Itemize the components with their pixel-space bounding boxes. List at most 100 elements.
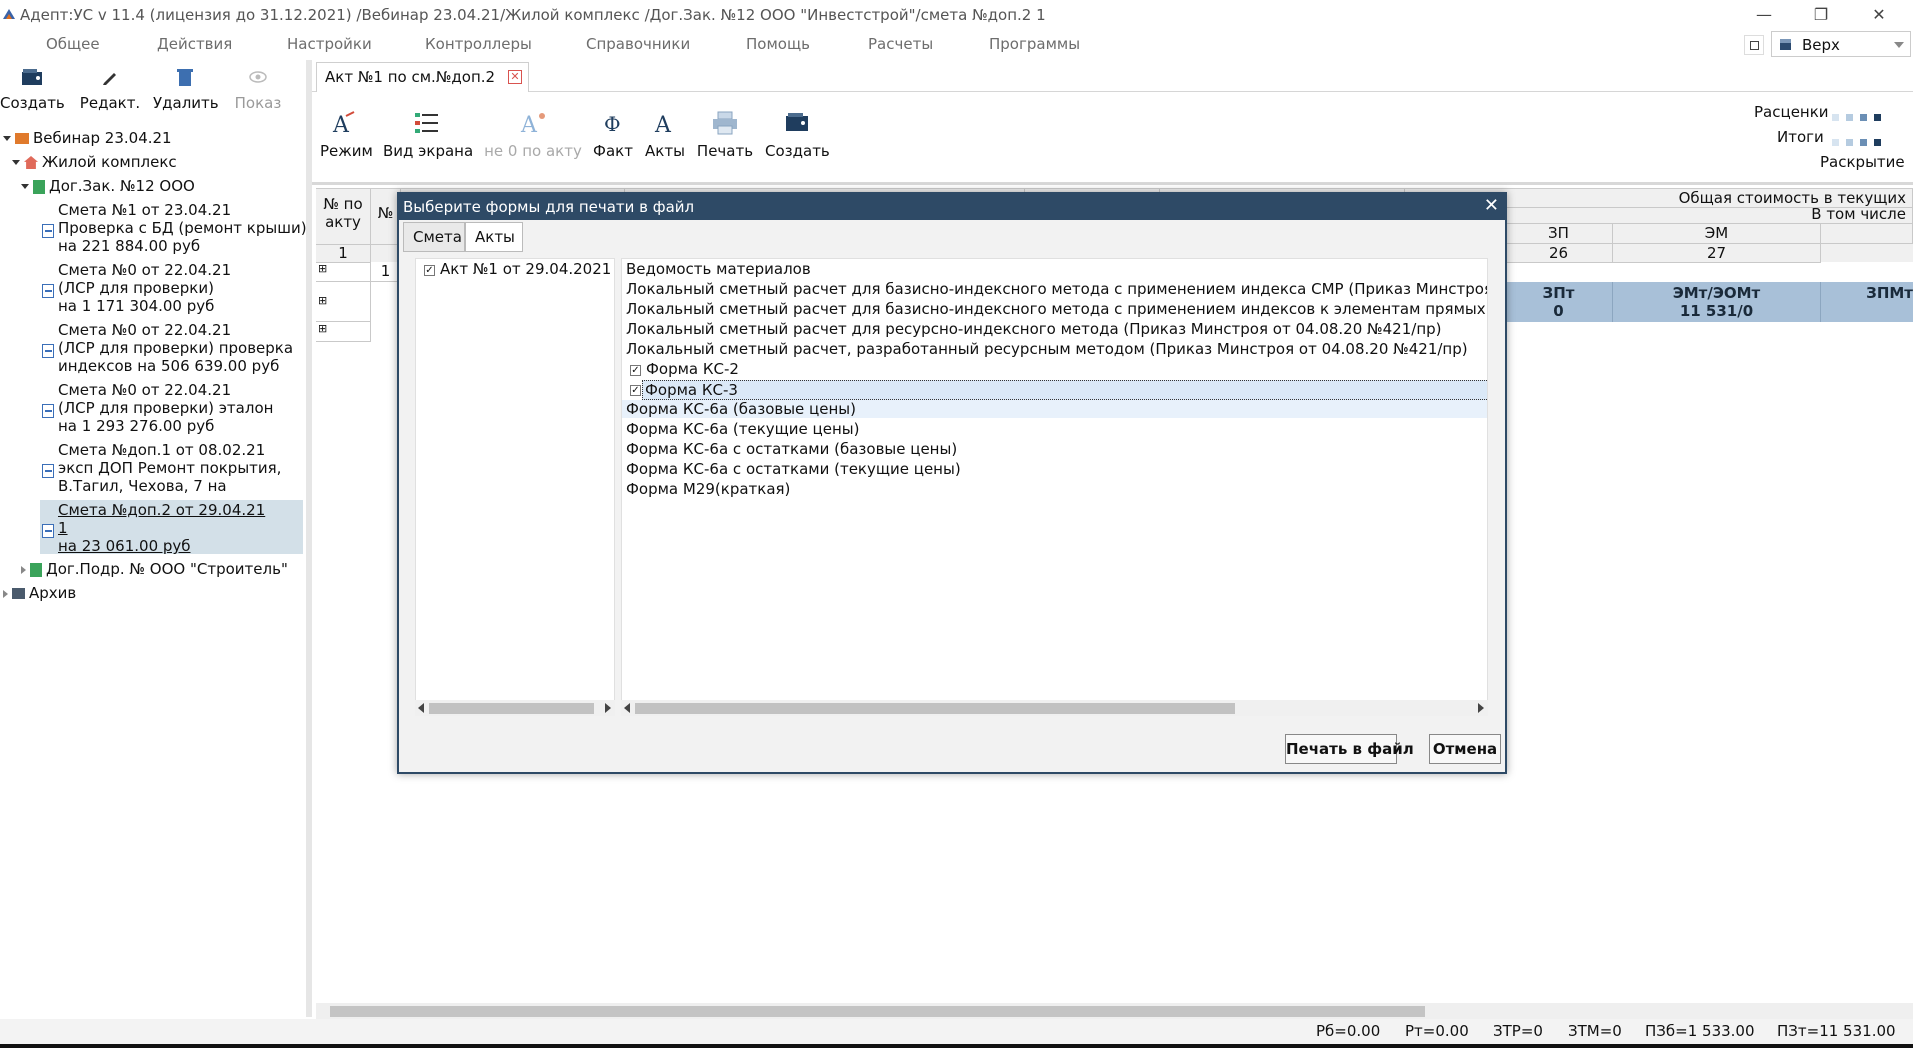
scroll-left-icon[interactable] [624, 703, 630, 713]
acts-label: Акты [645, 142, 685, 160]
tree-archive[interactable]: Архив [3, 584, 76, 602]
col-act-no: № по акту [316, 189, 371, 245]
menu-general[interactable]: Общее [46, 35, 100, 53]
scroll-left-icon[interactable] [418, 703, 424, 713]
restore-button[interactable]: ❐ [1806, 3, 1836, 27]
close-tab-icon[interactable]: ✕ [508, 70, 522, 84]
panel-splitter[interactable] [306, 60, 312, 1017]
estimate-icon [42, 404, 54, 418]
tree-subcontract[interactable]: Дог.Подр. № ООО "Строитель" [21, 560, 288, 578]
forms-list: Ведомость материалов Локальный сметный р… [621, 258, 1488, 708]
contract-icon [33, 179, 45, 194]
dialog-close-icon[interactable]: ✕ [1484, 195, 1499, 216]
tree-estimate-6[interactable]: Смета №доп.2 от 29.04.21 1 на 23 061.00 … [58, 501, 304, 555]
tree-root[interactable]: Вебинар 23.04.21 [3, 129, 172, 147]
tab-acts[interactable]: Акты [465, 222, 523, 252]
row-index-label: 1 [338, 244, 348, 262]
tree-estimate-2[interactable]: Смета №0 от 22.04.21 (ЛСР для проверки) … [58, 261, 304, 315]
tab-estimate[interactable]: Смета [403, 222, 465, 252]
acts-button[interactable]: A Акты [644, 110, 686, 160]
create-button[interactable]: Создать [0, 68, 65, 112]
edit-button[interactable]: Редакт. [78, 68, 142, 112]
scroll-right-icon[interactable] [605, 703, 611, 713]
form-item[interactable]: Форма М29(краткая) [626, 480, 790, 498]
rates-level-selector[interactable] [1832, 107, 1888, 121]
form-item[interactable]: Форма КС-6а с остатками (базовые цены) [626, 440, 957, 458]
fact-label: Факт [593, 142, 633, 160]
fact-button[interactable]: Ф Факт [592, 110, 634, 160]
menu-calculations[interactable]: Расчеты [868, 35, 933, 53]
tree-estimate-1[interactable]: Смета №1 от 23.04.21 Проверка с БД (ремо… [58, 201, 307, 255]
form-item[interactable]: Ведомость материалов [626, 260, 811, 278]
scroll-thumb[interactable] [635, 703, 1235, 714]
expand-row-icon[interactable]: ⊞ [316, 322, 371, 342]
act-checkbox[interactable]: ✓ [424, 265, 435, 276]
form-item[interactable]: Форма КС-6а (текущие цены) [626, 420, 860, 438]
menu-controllers[interactable]: Контроллеры [425, 35, 532, 53]
acts-horizontal-scrollbar[interactable] [415, 700, 615, 716]
not-zero-label: не 0 по акту [484, 142, 582, 160]
dialog-title-bar: Выберите формы для печати в файл ✕ [399, 194, 1505, 220]
scroll-thumb[interactable] [330, 1006, 1425, 1017]
cancel-button[interactable]: Отмена [1429, 734, 1501, 764]
scroll-thumb[interactable] [429, 703, 594, 714]
menu-settings[interactable]: Настройки [287, 35, 372, 53]
row-index-cell: 1 [316, 244, 371, 263]
zpt-label: ЗПт [1542, 284, 1575, 302]
tree-contract[interactable]: Дог.Зак. №12 ООО [21, 177, 195, 195]
form-ks2-checkbox[interactable]: ✓ [630, 365, 641, 376]
estimate-icon [42, 464, 54, 478]
taskbar-edge [0, 1044, 1913, 1048]
form-item[interactable]: Форма КС-6а с остатками (текущие цены) [626, 460, 961, 478]
form-item[interactable]: Локальный сметный расчет, разработанный … [626, 340, 1468, 358]
main-horizontal-scrollbar[interactable] [316, 1003, 1913, 1019]
toolbar-create-label: Создать [765, 142, 830, 160]
eye-icon [249, 71, 267, 83]
print-button[interactable]: Печать [696, 110, 754, 160]
menu-actions[interactable]: Действия [157, 35, 232, 53]
print-to-file-button[interactable]: Печать в файл [1285, 734, 1414, 764]
pencil-icon [103, 73, 116, 85]
menu-references[interactable]: Справочники [586, 35, 690, 53]
scroll-right-icon[interactable] [1478, 703, 1484, 713]
menu-programs[interactable]: Программы [989, 35, 1080, 53]
tree-estimate-3[interactable]: Смета №0 от 22.04.21 (ЛСР для проверки) … [58, 321, 304, 375]
expand-row-icon[interactable]: ⊞ [316, 282, 371, 322]
tab-estimate-label: Смета [413, 228, 462, 246]
window-mode-toggle[interactable] [1744, 35, 1764, 55]
not-zero-button[interactable]: A не 0 по акту [483, 110, 583, 160]
tree-complex[interactable]: Жилой комплекс [12, 153, 177, 171]
minimize-button[interactable]: — [1749, 3, 1779, 27]
svg-text:A: A [520, 113, 538, 136]
form-item[interactable]: Форма КС-6а (базовые цены) [622, 400, 1487, 418]
delete-button[interactable]: Удалить [153, 68, 219, 112]
show-button[interactable]: Показ [226, 68, 290, 112]
tab-act[interactable]: Акт №1 по см.№доп.2 ✕ [316, 62, 529, 92]
tree-subcontract-label: Дог.Подр. № ООО "Строитель" [46, 560, 288, 578]
expand-row-icon[interactable]: ⊞ [316, 262, 371, 282]
emt-label: ЭМт/ЭОМт [1672, 284, 1761, 302]
tree-estimate-4[interactable]: Смета №0 от 22.04.21 (ЛСР для проверки) … [58, 381, 304, 435]
form-item[interactable]: Локальный сметный расчет для базисно-инд… [626, 280, 1487, 298]
col27-label: 27 [1706, 244, 1727, 262]
estimate-line: (ЛСР для проверки) проверка [58, 339, 294, 357]
mode-button[interactable]: A Режим [320, 110, 373, 160]
form-item[interactable]: Локальный сметный расчет для ресурсно-ин… [626, 320, 1442, 338]
menu-help[interactable]: Помощь [746, 35, 810, 53]
screen-view-button[interactable]: Вид экрана [383, 110, 473, 160]
tree-complex-label: Жилой комплекс [42, 153, 177, 171]
toolbar-create-button[interactable]: Создать [765, 110, 830, 160]
grid-col [1821, 224, 1913, 244]
close-window-button[interactable]: ✕ [1864, 3, 1894, 27]
form-ks3-checkbox[interactable]: ✓ [630, 385, 641, 396]
totals-level-selector[interactable] [1832, 132, 1888, 146]
expand-label[interactable]: Раскрытие [1820, 153, 1905, 171]
forms-horizontal-scrollbar[interactable] [621, 700, 1488, 716]
dock-position-select[interactable]: Верх [1771, 31, 1911, 57]
tree-estimate-5[interactable]: Смета №доп.1 от 08.02.21 эксп ДОП Ремонт… [58, 441, 304, 495]
form-item-ks2[interactable]: Форма КС-2 [646, 360, 739, 378]
form-item-ks3[interactable]: Форма КС-3 [642, 380, 1487, 400]
act-label[interactable]: Акт №1 от 29.04.2021 [440, 260, 611, 278]
edit-button-label: Редакт. [79, 94, 141, 112]
form-item[interactable]: Локальный сметный расчет для базисно-инд… [626, 300, 1487, 318]
